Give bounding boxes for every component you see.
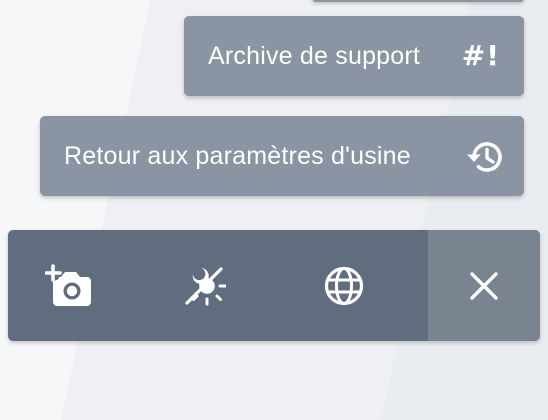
screenshot-button[interactable] [20,230,120,341]
bottom-toolbar [8,230,540,341]
restore-history-icon [464,136,506,178]
factory-reset-label: Retour aux paramètres d'usine [64,141,411,170]
dark-mode-button[interactable] [154,230,254,341]
background-band [0,0,159,420]
factory-reset-button[interactable]: Retour aux paramètres d'usine [40,116,524,196]
menu-item-partial[interactable] [312,0,524,2]
close-button[interactable] [428,230,540,341]
hash-exclamation-icon: #! [461,39,500,72]
dark-mode-toggle-icon [182,264,226,308]
support-archive-button[interactable]: Archive de support #! [184,16,524,96]
support-archive-label: Archive de support [208,41,421,70]
close-icon [468,270,500,302]
globe-icon [322,264,366,308]
language-button[interactable] [294,230,394,341]
add-photo-icon [45,263,95,308]
